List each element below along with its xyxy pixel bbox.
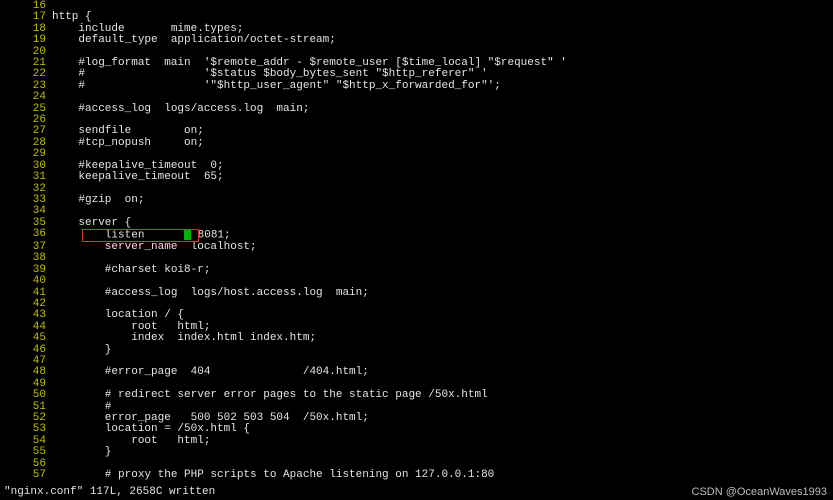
code-line[interactable]: 55 }: [0, 447, 833, 458]
line-number: 34: [0, 206, 52, 217]
code-line[interactable]: 45 index index.html index.htm;: [0, 333, 833, 344]
code-line[interactable]: 50 # redirect server error pages to the …: [0, 390, 833, 401]
code-line[interactable]: 29: [0, 149, 833, 160]
code-text: #tcp_nopush on;: [52, 138, 833, 149]
code-text: default_type application/octet-stream;: [52, 35, 833, 46]
line-number: 55: [0, 447, 52, 458]
code-line[interactable]: 41 #access_log logs/host.access.log main…: [0, 288, 833, 299]
line-number: 57: [0, 470, 52, 481]
line-number: 31: [0, 172, 52, 183]
line-number: 29: [0, 149, 52, 160]
line-number: 40: [0, 276, 52, 287]
line-number: 24: [0, 92, 52, 103]
code-text: }: [52, 345, 833, 356]
code-line[interactable]: 23 # '"$http_user_agent" "$http_x_forwar…: [0, 81, 833, 92]
code-line[interactable]: 31 keepalive_timeout 65;: [0, 172, 833, 183]
code-text: }: [52, 447, 833, 458]
code-line[interactable]: 19 default_type application/octet-stream…: [0, 35, 833, 46]
code-line[interactable]: 24: [0, 92, 833, 103]
code-line[interactable]: 54 root html;: [0, 436, 833, 447]
code-text: #access_log logs/access.log main;: [52, 104, 833, 115]
text-cursor: [184, 229, 191, 240]
code-line[interactable]: 34: [0, 206, 833, 217]
code-line[interactable]: 33 #gzip on;: [0, 195, 833, 206]
code-text: root html;: [52, 436, 833, 447]
code-text: #gzip on;: [52, 195, 833, 206]
code-line[interactable]: 39 #charset koi8-r;: [0, 265, 833, 276]
code-text: [52, 149, 833, 160]
code-text: #access_log logs/host.access.log main;: [52, 288, 833, 299]
code-text: [52, 184, 833, 195]
code-line[interactable]: 48 #error_page 404 /404.html;: [0, 367, 833, 378]
text-editor-viewport[interactable]: 1617http {18 include mime.types;19 defau…: [0, 0, 833, 500]
code-line[interactable]: 40: [0, 276, 833, 287]
code-text: [52, 92, 833, 103]
vim-status-line: "nginx.conf" 117L, 2658C written: [4, 487, 215, 498]
code-text: # redirect server error pages to the sta…: [52, 390, 833, 401]
csdn-watermark: CSDN @OceanWaves1993: [692, 487, 827, 498]
line-number: 45: [0, 333, 52, 344]
line-number: 50: [0, 390, 52, 401]
code-text: index index.html index.htm;: [52, 333, 833, 344]
code-line[interactable]: 25 #access_log logs/access.log main;: [0, 104, 833, 115]
code-text: [52, 206, 833, 217]
code-line[interactable]: 37 server_name localhost;: [0, 242, 833, 253]
line-number: 19: [0, 35, 52, 46]
code-line[interactable]: 46 }: [0, 345, 833, 356]
code-text: keepalive_timeout 65;: [52, 172, 833, 183]
code-text: #charset koi8-r;: [52, 265, 833, 276]
code-text: # '"$http_user_agent" "$http_x_forwarded…: [52, 81, 833, 92]
code-line[interactable]: 16: [0, 1, 833, 12]
code-line[interactable]: 35 server {: [0, 218, 833, 229]
code-text: # proxy the PHP scripts to Apache listen…: [52, 470, 833, 481]
code-text: [52, 1, 833, 12]
code-text: [52, 276, 833, 287]
code-text: server {: [52, 218, 833, 229]
code-line[interactable]: 28 #tcp_nopush on;: [0, 138, 833, 149]
code-text: server_name localhost;: [52, 242, 833, 253]
code-line[interactable]: 57 # proxy the PHP scripts to Apache lis…: [0, 470, 833, 481]
code-text: #error_page 404 /404.html;: [52, 367, 833, 378]
